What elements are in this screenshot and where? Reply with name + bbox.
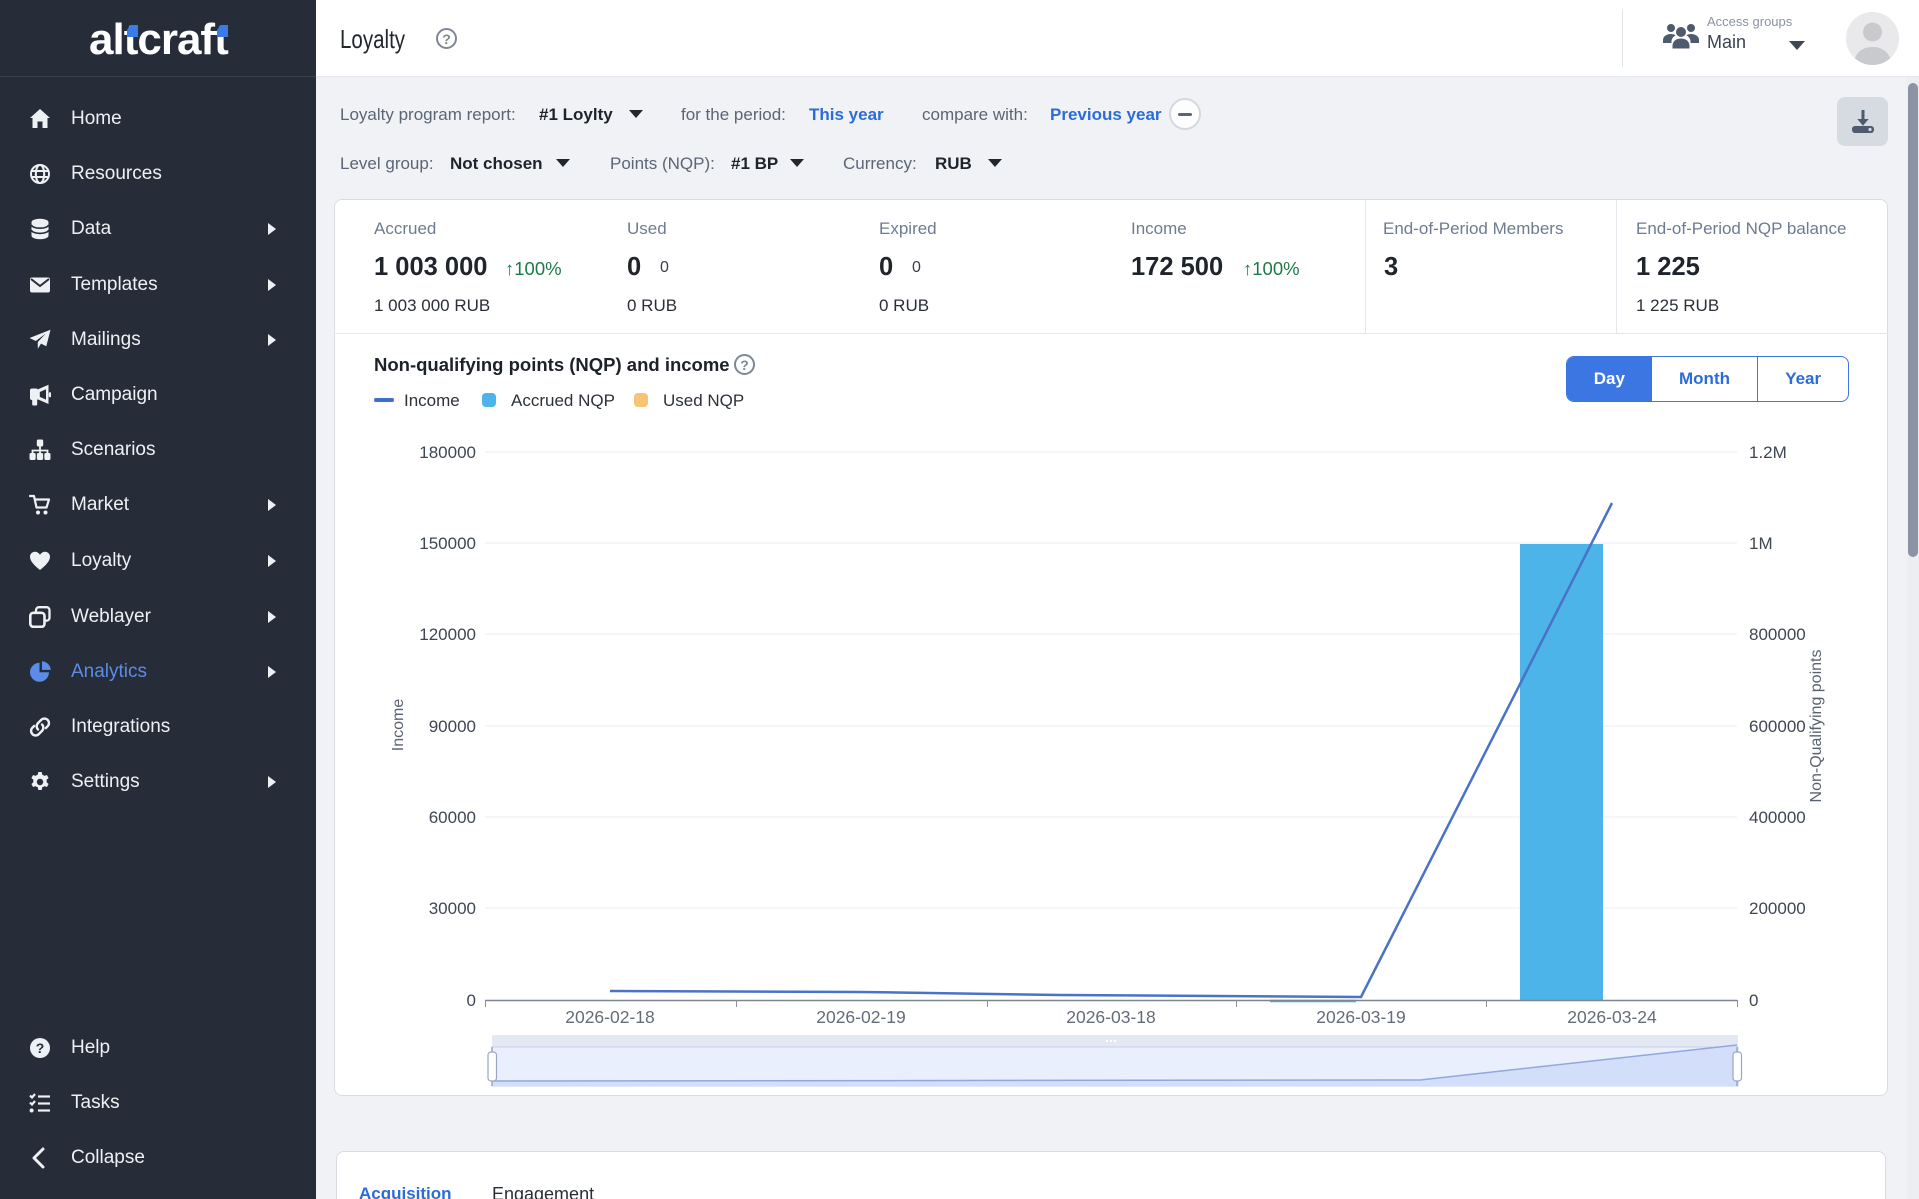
svg-text:150000: 150000 <box>419 534 476 553</box>
svg-text:200000: 200000 <box>1749 899 1806 918</box>
svg-text:180000: 180000 <box>419 443 476 462</box>
svg-text:0: 0 <box>1749 991 1758 1010</box>
svg-text:Non-Qualifying points: Non-Qualifying points <box>1808 650 1825 803</box>
svg-text:2026-02-18: 2026-02-18 <box>565 1007 655 1027</box>
svg-text:90000: 90000 <box>429 717 476 736</box>
svg-text:2026-02-19: 2026-02-19 <box>816 1007 906 1027</box>
svg-text:2026-03-18: 2026-03-18 <box>1066 1007 1156 1027</box>
svg-text:400000: 400000 <box>1749 808 1806 827</box>
svg-text:800000: 800000 <box>1749 625 1806 644</box>
svg-text:?: ? <box>36 1040 45 1056</box>
svg-text:0: 0 <box>467 991 476 1010</box>
svg-text:120000: 120000 <box>419 625 476 644</box>
svg-text:1.2M: 1.2M <box>1749 443 1787 462</box>
svg-text:1M: 1M <box>1749 534 1773 553</box>
svg-text:600000: 600000 <box>1749 717 1806 736</box>
svg-text:Income: Income <box>390 699 407 752</box>
svg-text:2026-03-24: 2026-03-24 <box>1567 1007 1657 1027</box>
svg-text:60000: 60000 <box>429 808 476 827</box>
svg-text:30000: 30000 <box>429 899 476 918</box>
svg-text:2026-03-19: 2026-03-19 <box>1316 1007 1406 1027</box>
